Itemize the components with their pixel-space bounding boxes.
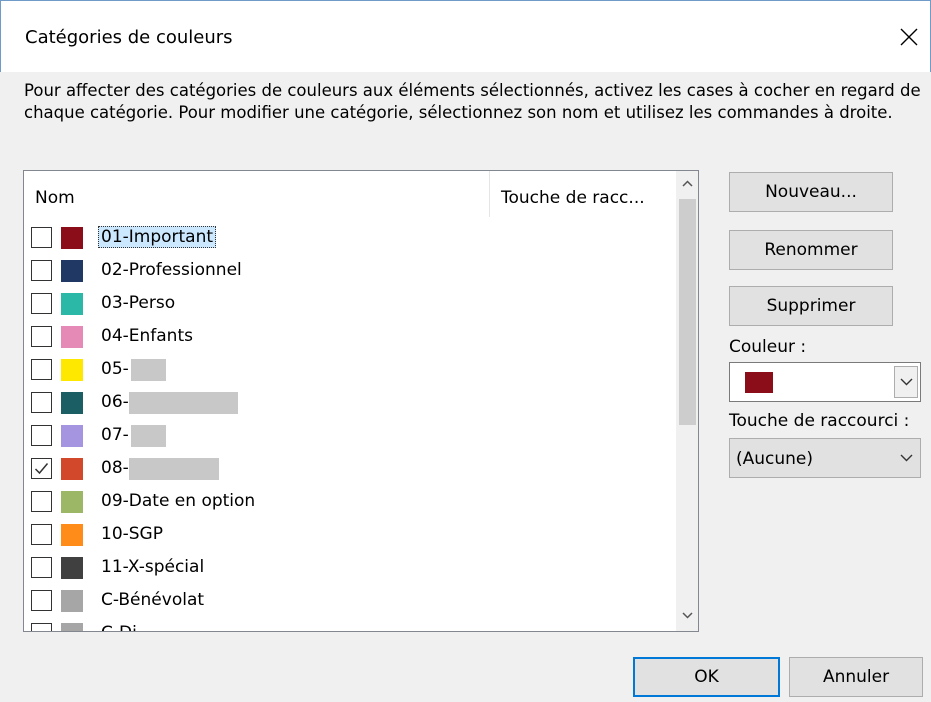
- color-swatch: [61, 260, 83, 282]
- column-separator[interactable]: [489, 171, 490, 217]
- vertical-scrollbar[interactable]: [676, 171, 698, 631]
- scroll-down-button[interactable]: [676, 603, 698, 629]
- category-checkbox[interactable]: [31, 359, 52, 380]
- color-swatch: [61, 326, 83, 348]
- list-item[interactable]: 06-: [24, 386, 676, 419]
- category-label[interactable]: 06-: [98, 391, 132, 413]
- close-button[interactable]: [889, 17, 929, 57]
- shortcut-value: (Aucune): [736, 449, 814, 469]
- category-label[interactable]: 09-Date en option: [98, 490, 258, 512]
- list-item[interactable]: 08-: [24, 452, 676, 485]
- new-button[interactable]: Nouveau...: [729, 172, 893, 212]
- color-swatch: [61, 590, 83, 612]
- color-swatch: [61, 227, 83, 249]
- list-item[interactable]: C-Di...: [24, 617, 676, 631]
- shortcut-label: Touche de raccourci :: [729, 411, 910, 431]
- list-item[interactable]: 04-Enfants: [24, 320, 676, 353]
- chevron-up-icon: [682, 180, 693, 187]
- list-header: Nom Touche de racc...: [24, 171, 676, 217]
- shortcut-dropdown[interactable]: (Aucune): [729, 438, 921, 478]
- cancel-button[interactable]: Annuler: [789, 657, 923, 697]
- category-checkbox[interactable]: [31, 392, 52, 413]
- category-label[interactable]: 11-X-spécial: [98, 556, 207, 578]
- category-checkbox[interactable]: [31, 557, 52, 578]
- instructions-text: Pour affecter des catégories de couleurs…: [24, 81, 921, 122]
- list-item[interactable]: 09-Date en option: [24, 485, 676, 518]
- chevron-down-icon: [682, 612, 693, 619]
- category-checkbox[interactable]: [31, 293, 52, 314]
- category-label[interactable]: 08-: [98, 457, 132, 479]
- category-label[interactable]: 10-SGP: [98, 523, 166, 545]
- category-label[interactable]: C-Di...: [98, 622, 156, 631]
- list-item[interactable]: 03-Perso: [24, 287, 676, 320]
- redacted-block: [129, 458, 219, 480]
- color-swatch: [61, 425, 83, 447]
- chevron-down-icon: [900, 378, 913, 386]
- list-item[interactable]: 01-Important: [24, 221, 676, 254]
- category-label[interactable]: 07-: [98, 424, 132, 446]
- list-item[interactable]: 11-X-spécial: [24, 551, 676, 584]
- color-swatch: [61, 623, 83, 631]
- color-swatch: [61, 359, 83, 381]
- category-checkbox[interactable]: [31, 623, 52, 631]
- list-item[interactable]: 07-: [24, 419, 676, 452]
- color-swatch: [61, 458, 83, 480]
- window-title: Catégories de couleurs: [25, 27, 233, 48]
- list-item[interactable]: 10-SGP: [24, 518, 676, 551]
- category-checkbox[interactable]: [31, 524, 52, 545]
- color-label: Couleur :: [729, 337, 807, 357]
- redacted-block: [131, 425, 166, 447]
- category-list[interactable]: Nom Touche de racc... 01-Important 02-Pr…: [23, 170, 699, 632]
- category-label[interactable]: 02-Professionnel: [98, 259, 245, 281]
- close-icon: [900, 28, 918, 46]
- list-item[interactable]: 02-Professionnel: [24, 254, 676, 287]
- redacted-block: [129, 392, 238, 414]
- color-picker[interactable]: [729, 362, 921, 402]
- scroll-thumb[interactable]: [679, 199, 696, 425]
- column-header-name[interactable]: Nom: [35, 188, 75, 208]
- checkmark-icon: [34, 463, 49, 475]
- delete-button[interactable]: Supprimer: [729, 286, 893, 326]
- redacted-block: [131, 359, 166, 381]
- rename-button[interactable]: Renommer: [729, 230, 893, 270]
- category-checkbox[interactable]: [31, 425, 52, 446]
- category-checkbox[interactable]: [31, 227, 52, 248]
- chevron-down-icon: [900, 454, 913, 462]
- color-swatch: [61, 491, 83, 513]
- category-label[interactable]: C-Bénévolat: [98, 589, 207, 611]
- category-label[interactable]: 01-Important: [98, 226, 217, 248]
- color-swatch: [61, 557, 83, 579]
- color-swatch: [61, 392, 83, 414]
- category-checkbox[interactable]: [31, 590, 52, 611]
- color-dropdown-button[interactable]: [894, 366, 918, 398]
- color-swatch: [61, 524, 83, 546]
- category-label[interactable]: 04-Enfants: [98, 325, 196, 347]
- category-label[interactable]: 03-Perso: [98, 292, 178, 314]
- category-label[interactable]: 05-: [98, 358, 132, 380]
- ok-button[interactable]: OK: [633, 657, 780, 697]
- category-checkbox[interactable]: [31, 326, 52, 347]
- column-header-shortcut[interactable]: Touche de racc...: [501, 188, 645, 208]
- category-checkbox[interactable]: [31, 491, 52, 512]
- list-item[interactable]: C-Bénévolat: [24, 584, 676, 617]
- category-checkbox[interactable]: [31, 260, 52, 281]
- color-swatch: [61, 293, 83, 315]
- list-item[interactable]: 05-: [24, 353, 676, 386]
- title-bar: Catégories de couleurs: [0, 0, 931, 72]
- scroll-up-button[interactable]: [676, 171, 698, 197]
- category-checkbox[interactable]: [31, 458, 52, 479]
- selected-color-swatch: [745, 372, 773, 393]
